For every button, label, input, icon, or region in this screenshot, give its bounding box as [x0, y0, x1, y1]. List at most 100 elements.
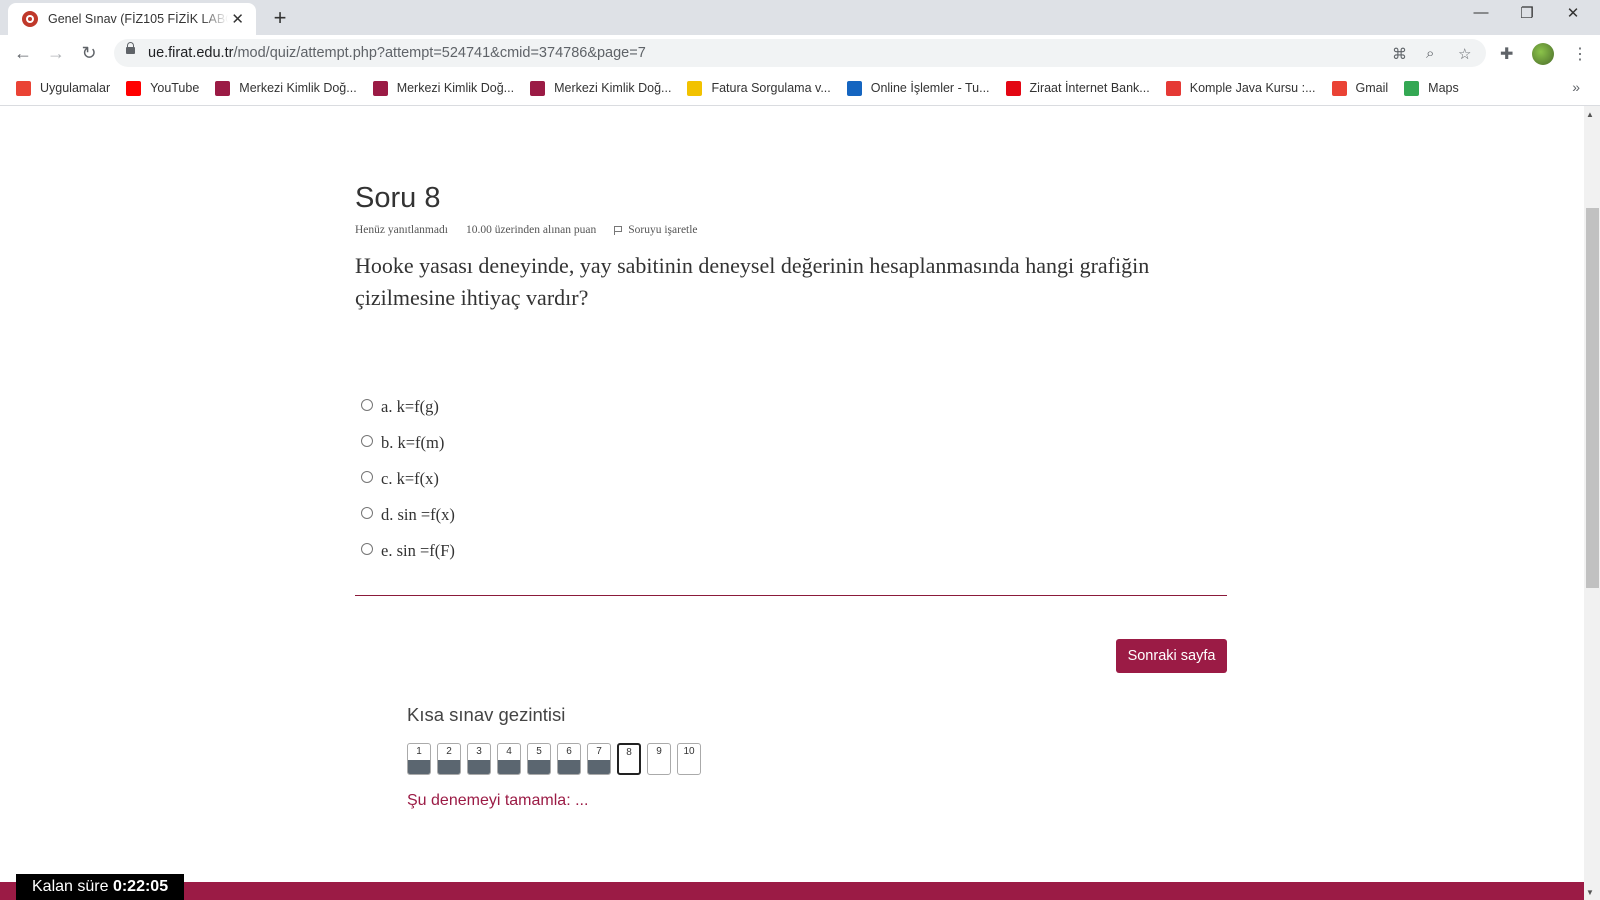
minimize-icon[interactable]: —	[1458, 4, 1504, 21]
quiz-nav-number: 10	[683, 746, 695, 757]
quiz-nav-button[interactable]: 5	[527, 743, 551, 775]
bookmark-item[interactable]: Fatura Sorgulama v...	[687, 80, 831, 96]
profile-avatar[interactable]	[1532, 43, 1554, 65]
bookmark-label: Komple Java Kursu :...	[1189, 81, 1316, 95]
quiz-navigation-buttons: 1 2 3 4 5 6 7 8 9 10	[407, 743, 707, 775]
forward-arrow-icon[interactable]: →	[45, 42, 67, 64]
quiz-nav-button[interactable]: 9	[647, 743, 671, 775]
translate-icon[interactable]: ⌘	[1392, 45, 1407, 63]
answer-label: d. sin =f(x)	[381, 505, 455, 524]
quiz-nav-button[interactable]: 8	[617, 743, 641, 775]
bookmark-item[interactable]: Merkezi Kimlik Doğ...	[215, 80, 357, 96]
quiz-nav-number: 8	[626, 747, 632, 758]
quiz-nav-number: 5	[536, 746, 542, 757]
quiz-nav-button[interactable]: 10	[677, 743, 701, 775]
quiz-nav-button[interactable]: 1	[407, 743, 431, 775]
answer-list: a. k=f(g) b. k=f(m) c. k=f(x) d. sin =f(x) e…	[361, 389, 455, 569]
fatura-icon	[687, 80, 703, 96]
ziraat-icon	[1005, 80, 1021, 96]
bookmark-item[interactable]: Uygulamalar	[16, 80, 111, 96]
answered-indicator	[498, 760, 520, 774]
maps-icon	[1404, 80, 1420, 96]
radio-button[interactable]	[361, 507, 373, 519]
answered-indicator	[528, 760, 550, 774]
kimlik-icon	[215, 80, 231, 96]
bookmark-item[interactable]: Merkezi Kimlik Doğ...	[372, 80, 514, 96]
scroll-down-icon[interactable]: ▼	[1586, 888, 1594, 897]
flag-icon	[614, 225, 623, 235]
bookmark-label: Maps	[1428, 81, 1459, 95]
url-host: ue.firat.edu.tr	[148, 45, 234, 61]
answer-label: e. sin =f(F)	[381, 541, 455, 560]
question-text: Hooke yasası deneyinde, yay sabitinin de…	[355, 253, 1150, 310]
quiz-nav-number: 9	[656, 746, 662, 757]
finish-attempt-link[interactable]: Şu denemeyi tamamla: ...	[407, 792, 588, 810]
gmail-icon	[1331, 80, 1347, 96]
question-points: 10.00 üzerinden alınan puan	[465, 224, 597, 236]
bookmark-star-icon[interactable]: ☆	[1458, 45, 1471, 63]
bookmark-item[interactable]: Merkezi Kimlik Doğ...	[530, 80, 671, 96]
question-status: Henüz yanıtlanmadı	[355, 224, 448, 236]
bookmark-item[interactable]: Ziraat İnternet Bank...	[1005, 80, 1150, 96]
flag-label: Soruyu işaretle	[628, 224, 698, 236]
timer-label: Kalan süre	[32, 878, 109, 895]
window-close-icon[interactable]: ✕	[1550, 4, 1596, 22]
extensions-puzzle-icon[interactable]: ✚	[1500, 44, 1513, 64]
close-tab-icon[interactable]: ✕	[231, 10, 244, 28]
restore-icon[interactable]: ❐	[1504, 4, 1550, 22]
reload-icon[interactable]: ↻	[78, 42, 100, 64]
browser-tab[interactable]: Genel Sınav (FİZ105 FİZİK LABORATUVARI ✕	[8, 3, 256, 35]
answer-label: c. k=f(x)	[381, 469, 439, 488]
answered-indicator	[588, 760, 610, 774]
question-title: Soru 8	[355, 182, 441, 214]
radio-button[interactable]	[361, 471, 373, 483]
bookmark-item[interactable]: Maps	[1404, 80, 1459, 96]
scroll-up-icon[interactable]: ▲	[1586, 110, 1594, 119]
answered-indicator	[558, 760, 580, 774]
quiz-nav-button[interactable]: 6	[557, 743, 581, 775]
bookmark-label: YouTube	[150, 81, 200, 95]
bookmark-item[interactable]: Online İşlemler - Tu...	[846, 80, 990, 96]
bookmark-item[interactable]: YouTube	[126, 80, 200, 96]
answered-indicator	[438, 760, 460, 774]
zoom-icon[interactable]: ⌕	[1426, 45, 1434, 62]
quiz-nav-number: 4	[506, 746, 512, 757]
quiz-nav-number: 1	[416, 746, 422, 757]
address-bar[interactable]: ue.firat.edu.tr/mod/quiz/attempt.php?att…	[114, 39, 1486, 67]
new-tab-button[interactable]: +	[266, 5, 294, 33]
answer-option[interactable]: b. k=f(m)	[361, 425, 455, 461]
quiz-nav-button[interactable]: 2	[437, 743, 461, 775]
scrollbar-thumb[interactable]	[1586, 208, 1599, 588]
bookmark-item[interactable]: Gmail	[1331, 80, 1388, 96]
answer-option[interactable]: c. k=f(x)	[361, 461, 455, 497]
url-text[interactable]: ue.firat.edu.tr/mod/quiz/attempt.php?att…	[148, 45, 646, 61]
radio-button[interactable]	[361, 435, 373, 447]
back-arrow-icon[interactable]: ←	[12, 42, 34, 64]
quiz-nav-button[interactable]: 7	[587, 743, 611, 775]
bookmark-label: Fatura Sorgulama v...	[711, 81, 831, 95]
radio-button[interactable]	[361, 543, 373, 555]
answered-indicator	[408, 760, 430, 774]
answer-label: b. k=f(m)	[381, 433, 445, 452]
bookmark-item[interactable]: Komple Java Kursu :...	[1165, 80, 1316, 96]
tab-strip: Genel Sınav (FİZ105 FİZİK LABORATUVARI ✕…	[0, 0, 1600, 35]
tab-title: Genel Sınav (FİZ105 FİZİK LABORATUVARI	[48, 12, 228, 26]
lock-icon	[126, 42, 135, 54]
udemy-icon	[1165, 80, 1181, 96]
answer-option[interactable]: d. sin =f(x)	[361, 497, 455, 533]
answered-indicator	[468, 760, 490, 774]
bookmark-label: Ziraat İnternet Bank...	[1029, 81, 1150, 95]
quiz-nav-button[interactable]: 4	[497, 743, 521, 775]
more-bookmarks-icon[interactable]: »	[1572, 79, 1580, 95]
bookmark-label: Uygulamalar	[40, 81, 111, 95]
radio-button[interactable]	[361, 399, 373, 411]
answer-option[interactable]: a. k=f(g)	[361, 389, 455, 425]
next-page-button[interactable]: Sonraki sayfa	[1116, 639, 1227, 673]
answer-option[interactable]: e. sin =f(F)	[361, 533, 455, 569]
menu-dots-icon[interactable]: ⋮	[1572, 44, 1588, 64]
youtube-icon	[126, 80, 142, 96]
quiz-nav-button[interactable]: 3	[467, 743, 491, 775]
quiz-nav-number: 2	[446, 746, 452, 757]
flag-question-link[interactable]: Soruyu işaretle	[614, 224, 698, 236]
question-info: Henüz yanıtlanmadı 10.00 üzerinden alına…	[355, 224, 698, 236]
